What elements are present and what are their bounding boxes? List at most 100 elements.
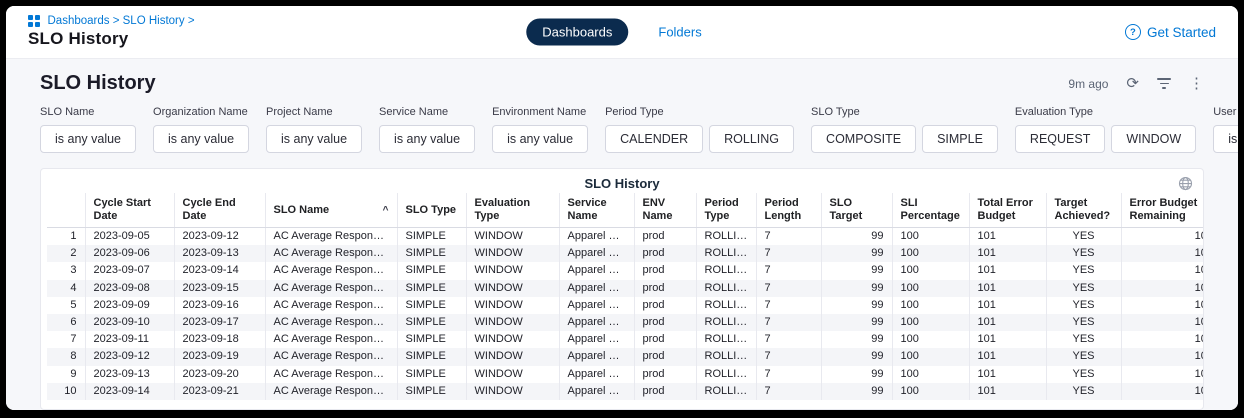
column-header-period_length[interactable]: Period Length	[756, 193, 821, 228]
cell-target_achieved: YES	[1046, 383, 1121, 400]
table-container: Cycle Start DateCycle End DateSLO Name^S…	[41, 193, 1203, 409]
column-header-cycle_start_date[interactable]: Cycle Start Date	[85, 193, 174, 228]
column-header-total_error_budget[interactable]: Total Error Budget	[969, 193, 1046, 228]
cell-sli_percentage: 100	[892, 366, 969, 383]
cell-service_name: Apparel Catal...	[559, 228, 634, 246]
cell-service_name: Apparel Catal...	[559, 297, 634, 314]
cell-slo_name: AC Average Response Time	[265, 280, 397, 297]
cell-period_type: ROLLING	[696, 348, 756, 365]
cell-target_achieved: YES	[1046, 331, 1121, 348]
app-window: Dashboards > SLO History > SLO History D…	[6, 6, 1238, 410]
column-header-row_index[interactable]	[47, 193, 85, 228]
column-header-error_budget_remaining[interactable]: Error Budget Remaining	[1121, 193, 1203, 228]
breadcrumb-links: Dashboards > SLO History >	[48, 15, 195, 27]
cell-period_length: 7	[756, 297, 821, 314]
cell-row_index: 9	[47, 366, 85, 383]
cell-period_type: ROLLING	[696, 366, 756, 383]
cell-slo_target: 99	[821, 245, 892, 262]
cell-service_name: Apparel Catal...	[559, 383, 634, 400]
filter-group: Organization Nameis any value	[153, 106, 249, 153]
filter-controls: is any value	[379, 125, 475, 153]
cell-sli_percentage: 100	[892, 383, 969, 400]
cell-period_type: ROLLING	[696, 280, 756, 297]
filter-value-button[interactable]: is any value	[379, 125, 475, 153]
filter-value-button[interactable]: is any value	[40, 125, 136, 153]
cell-slo_target: 99	[821, 348, 892, 365]
filter-group: User Journeyis any value	[1213, 106, 1238, 153]
column-header-cycle_end_date[interactable]: Cycle End Date	[174, 193, 265, 228]
cell-evaluation_type: WINDOW	[466, 245, 559, 262]
table-row: 32023-09-072023-09-14AC Average Response…	[47, 262, 1203, 279]
cell-slo_target: 99	[821, 383, 892, 400]
filter-group: SLO TypeCOMPOSITESIMPLE	[811, 106, 998, 153]
cell-cycle_start_date: 2023-09-10	[85, 314, 174, 331]
cell-error_budget_remaining: 101	[1121, 331, 1203, 348]
column-header-slo_target[interactable]: SLO Target	[821, 193, 892, 228]
column-header-sli_percentage[interactable]: SLI Percentage	[892, 193, 969, 228]
filter-option-button[interactable]: COMPOSITE	[811, 125, 916, 153]
cell-slo_type: SIMPLE	[397, 228, 466, 246]
get-started-link[interactable]: ? Get Started	[1125, 24, 1216, 40]
cell-cycle_end_date: 2023-09-19	[174, 348, 265, 365]
column-header-period_type[interactable]: Period Type	[696, 193, 756, 228]
cell-total_error_budget: 101	[969, 262, 1046, 279]
cell-target_achieved: YES	[1046, 245, 1121, 262]
cell-cycle_end_date: 2023-09-17	[174, 314, 265, 331]
cell-env_name: prod	[634, 245, 696, 262]
filter-controls: is any value	[492, 125, 588, 153]
filter-icon[interactable]	[1157, 78, 1171, 89]
cell-period_type: ROLLING	[696, 331, 756, 348]
cell-slo_name: AC Average Response Time	[265, 314, 397, 331]
screenshot-frame: Dashboards > SLO History > SLO History D…	[0, 0, 1244, 418]
cell-env_name: prod	[634, 280, 696, 297]
filter-option-button[interactable]: SIMPLE	[922, 125, 998, 153]
cell-cycle_start_date: 2023-09-09	[85, 297, 174, 314]
filter-option-button[interactable]: REQUEST	[1015, 125, 1105, 153]
table-row: 92023-09-132023-09-20AC Average Response…	[47, 366, 1203, 383]
breadcrumb: Dashboards > SLO History >	[28, 15, 195, 27]
cell-env_name: prod	[634, 314, 696, 331]
dashboard-header: SLO History 9m ago ⟳ ⋮	[40, 72, 1204, 95]
cell-row_index: 5	[47, 297, 85, 314]
column-header-env_name[interactable]: ENV Name	[634, 193, 696, 228]
cell-evaluation_type: WINDOW	[466, 366, 559, 383]
get-started-label: Get Started	[1147, 25, 1216, 40]
cell-slo_type: SIMPLE	[397, 297, 466, 314]
filter-controls: is any value	[266, 125, 362, 153]
cell-slo_type: SIMPLE	[397, 383, 466, 400]
cell-cycle_start_date: 2023-09-08	[85, 280, 174, 297]
column-header-target_achieved[interactable]: Target Achieved?	[1046, 193, 1121, 228]
cell-slo_target: 99	[821, 297, 892, 314]
column-header-slo_name[interactable]: SLO Name^	[265, 193, 397, 228]
column-header-service_name[interactable]: Service Name	[559, 193, 634, 228]
cell-target_achieved: YES	[1046, 262, 1121, 279]
tab-folders[interactable]: Folders	[642, 19, 717, 46]
cell-target_achieved: YES	[1046, 348, 1121, 365]
cell-service_name: Apparel Catal...	[559, 348, 634, 365]
filter-value-button[interactable]: is any value	[1213, 125, 1238, 153]
refresh-icon[interactable]: ⟳	[1126, 76, 1139, 91]
filter-option-button[interactable]: WINDOW	[1111, 125, 1196, 153]
cell-env_name: prod	[634, 262, 696, 279]
column-header-slo_type[interactable]: SLO Type	[397, 193, 466, 228]
cell-total_error_budget: 101	[969, 280, 1046, 297]
cell-error_budget_remaining: 101	[1121, 366, 1203, 383]
breadcrumb-link[interactable]: SLO History	[123, 15, 185, 27]
cell-cycle_end_date: 2023-09-20	[174, 366, 265, 383]
tile-title: SLO History	[584, 176, 659, 191]
kebab-menu-icon[interactable]: ⋮	[1189, 76, 1204, 91]
column-header-evaluation_type[interactable]: Evaluation Type	[466, 193, 559, 228]
breadcrumb-link[interactable]: Dashboards	[48, 15, 110, 27]
cell-service_name: Apparel Catal...	[559, 314, 634, 331]
filter-value-button[interactable]: is any value	[266, 125, 362, 153]
cell-target_achieved: YES	[1046, 366, 1121, 383]
filter-option-button[interactable]: ROLLING	[709, 125, 794, 153]
filter-controls: COMPOSITESIMPLE	[811, 125, 998, 153]
explore-globe-icon[interactable]	[1178, 176, 1193, 191]
cell-row_index: 2	[47, 245, 85, 262]
cell-period_length: 7	[756, 228, 821, 246]
filter-option-button[interactable]: CALENDER	[605, 125, 703, 153]
tab-dashboards[interactable]: Dashboards	[526, 19, 628, 46]
filter-value-button[interactable]: is any value	[153, 125, 249, 153]
filter-value-button[interactable]: is any value	[492, 125, 588, 153]
